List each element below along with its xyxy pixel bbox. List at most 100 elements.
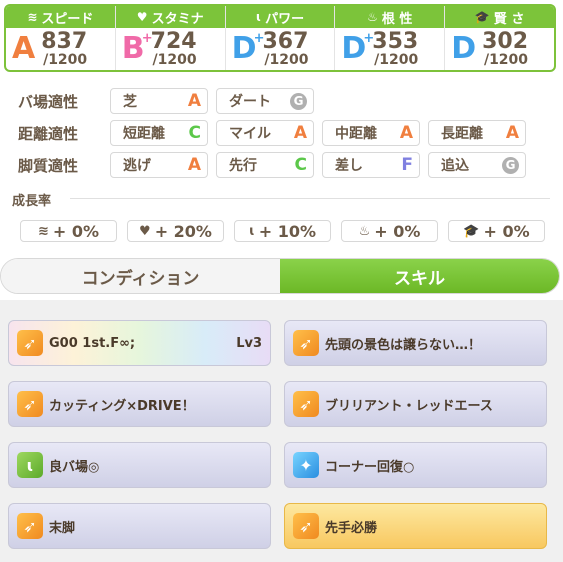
skill-name: 先頭の景色は譲らない…！	[325, 337, 482, 353]
skill-name: 先手必勝	[325, 520, 378, 536]
skill-card[interactable]: ✦ コーナー回復○	[284, 442, 547, 488]
stat-grade: D	[451, 31, 477, 66]
skill-card[interactable]: ➶ 先頭の景色は譲らない…！	[284, 320, 547, 366]
aptitude-name: 長距離	[441, 126, 483, 142]
power-skill-icon: ɩ	[17, 452, 43, 478]
aptitude-grade: A	[293, 123, 307, 143]
stat-label: 賢 さ	[493, 11, 525, 27]
growth-speed: ≋ + 0%	[20, 220, 117, 242]
style-aptitude-row: 脚質適性 逃げ A 先行 C 差し F 追込 G	[18, 152, 534, 178]
skill-name: G00 1st.F∞;	[49, 335, 136, 351]
skill-name: 良バ場◎	[49, 459, 100, 475]
stat-wisdom: 🎓 賢 さ D 302 /1200	[445, 6, 554, 70]
aptitude-mile: マイル A	[216, 120, 314, 146]
stat-grade: D +	[231, 31, 265, 66]
stat-value: 302	[482, 29, 529, 54]
stat-label: 根 性	[381, 11, 413, 27]
tab-condition[interactable]: コンディション	[1, 259, 280, 293]
skill-card[interactable]: ➶ 末脚	[8, 503, 271, 549]
distance-aptitude-label: 距離適性	[18, 124, 79, 143]
stat-guts: ♨ 根 性 D + 353 /1200	[335, 6, 446, 70]
stat-max: /1200	[43, 52, 88, 68]
growth-value: + 0%	[52, 221, 100, 241]
aptitude-name: 先行	[229, 158, 257, 174]
stat-speed: ≋ スピード A 837 /1200	[6, 6, 116, 70]
speed-icon: ≋	[27, 10, 38, 24]
stats-bar: ≋ スピード A 837 /1200 ♥ スタミナ B + 724 /1200 ɩ…	[4, 4, 556, 72]
speed-skill-icon: ➶	[293, 513, 319, 539]
stat-body: A 837 /1200	[6, 28, 115, 70]
recovery-skill-icon: ✦	[293, 452, 319, 478]
aptitude-dirt: ダート G	[216, 88, 314, 114]
speed-skill-icon: ➶	[293, 391, 319, 417]
speed-icon: ≋	[37, 223, 49, 239]
stat-body: D + 353 /1200	[335, 28, 444, 70]
stat-numbers: 367 /1200	[263, 31, 309, 68]
graduation-cap-icon: 🎓	[474, 10, 490, 24]
stat-value: 837	[41, 29, 88, 54]
skill-card[interactable]: ➶ G00 1st.F∞; Lv3	[8, 320, 271, 366]
skill-card[interactable]: ➶ ブリリアント・レッドエース	[284, 381, 547, 427]
arm-icon: ɩ	[248, 223, 255, 239]
tab-bar: コンディション スキル	[0, 258, 560, 294]
growth-value: + 0%	[374, 221, 421, 241]
arm-icon: ɩ	[255, 10, 262, 24]
stat-max: /1200	[374, 52, 419, 68]
stat-numbers: 302 /1200	[482, 29, 529, 68]
aptitude-name: 短距離	[123, 126, 165, 142]
growth-value: + 20%	[154, 221, 212, 241]
skill-card[interactable]: ➶ 先手必勝	[284, 503, 547, 549]
flame-icon: ♨	[367, 10, 378, 24]
aptitude-long: 長距離 A	[428, 120, 526, 146]
stat-stamina: ♥ スタミナ B + 724 /1200	[115, 6, 226, 70]
skill-name: 末脚	[49, 520, 76, 536]
growth-power: ɩ + 10%	[234, 220, 331, 242]
skill-card[interactable]: ➶ カッティング×DRIVE！	[8, 381, 271, 427]
stat-label: スタミナ	[151, 11, 204, 27]
stat-numbers: 724 /1200	[150, 29, 197, 68]
aptitude-name: 追込	[441, 158, 469, 174]
skill-name: カッティング×DRIVE！	[49, 398, 195, 414]
stat-header: ♨ 根 性	[335, 6, 445, 28]
distance-aptitude-row: 距離適性 短距離 C マイル A 中距離 A 長距離 A	[18, 120, 534, 146]
aptitude-medium: 中距離 A	[322, 120, 420, 146]
aptitude-grade: A	[187, 91, 201, 111]
aptitude-pace-chaser: 先行 C	[216, 152, 314, 178]
speed-skill-icon: ➶	[17, 513, 43, 539]
stat-header: ≋ スピード	[6, 6, 115, 28]
aptitude-name: マイル	[229, 126, 271, 142]
growth-guts: ♨ + 0%	[341, 220, 438, 242]
aptitude-grade: F	[401, 155, 413, 175]
aptitude-sprint: 短距離 C	[110, 120, 208, 146]
growth-rate-row: ≋ + 0% ♥ + 20% ɩ + 10% ♨ + 0% 🎓 + 0%	[20, 220, 545, 242]
stat-header: 🎓 賢 さ	[445, 6, 554, 28]
aptitude-name: 差し	[335, 158, 363, 174]
stat-body: D 302 /1200	[445, 28, 554, 70]
aptitude-front-runner: 逃げ A	[110, 152, 208, 178]
aptitude-late-surger: 差し F	[322, 152, 420, 178]
stat-value: 353	[372, 29, 419, 54]
style-aptitude-label: 脚質適性	[18, 156, 79, 175]
stat-max: /1200	[152, 52, 197, 68]
tab-skill[interactable]: スキル	[280, 259, 559, 293]
stat-max: /1200	[483, 52, 529, 68]
skill-name: コーナー回復○	[325, 459, 415, 475]
skill-card[interactable]: ɩ 良バ場◎	[8, 442, 271, 488]
track-aptitude-row: バ場適性 芝 A ダート G	[18, 88, 322, 114]
aptitude-end-closer: 追込 G	[428, 152, 526, 178]
speed-skill-icon: ➶	[17, 330, 43, 356]
speed-skill-icon: ➶	[293, 330, 319, 356]
growth-rate-title: 成長率	[12, 194, 52, 209]
flame-icon: ♨	[358, 223, 371, 239]
stat-value: 724	[150, 29, 197, 54]
heart-icon: ♥	[139, 223, 151, 239]
stat-grade: B +	[121, 31, 153, 66]
aptitude-grade: A	[505, 123, 519, 143]
stat-power: ɩ パワー D + 367 /1200	[225, 6, 336, 70]
growth-value: + 0%	[483, 221, 530, 241]
skills-panel: ➶ G00 1st.F∞; Lv3 ➶ 先頭の景色は譲らない…！ ➶ カッティン…	[0, 300, 563, 562]
growth-stamina: ♥ + 20%	[127, 220, 224, 242]
aptitude-grade: C	[294, 155, 307, 175]
aptitude-grade: C	[188, 123, 201, 143]
aptitude-name: ダート	[229, 94, 271, 110]
